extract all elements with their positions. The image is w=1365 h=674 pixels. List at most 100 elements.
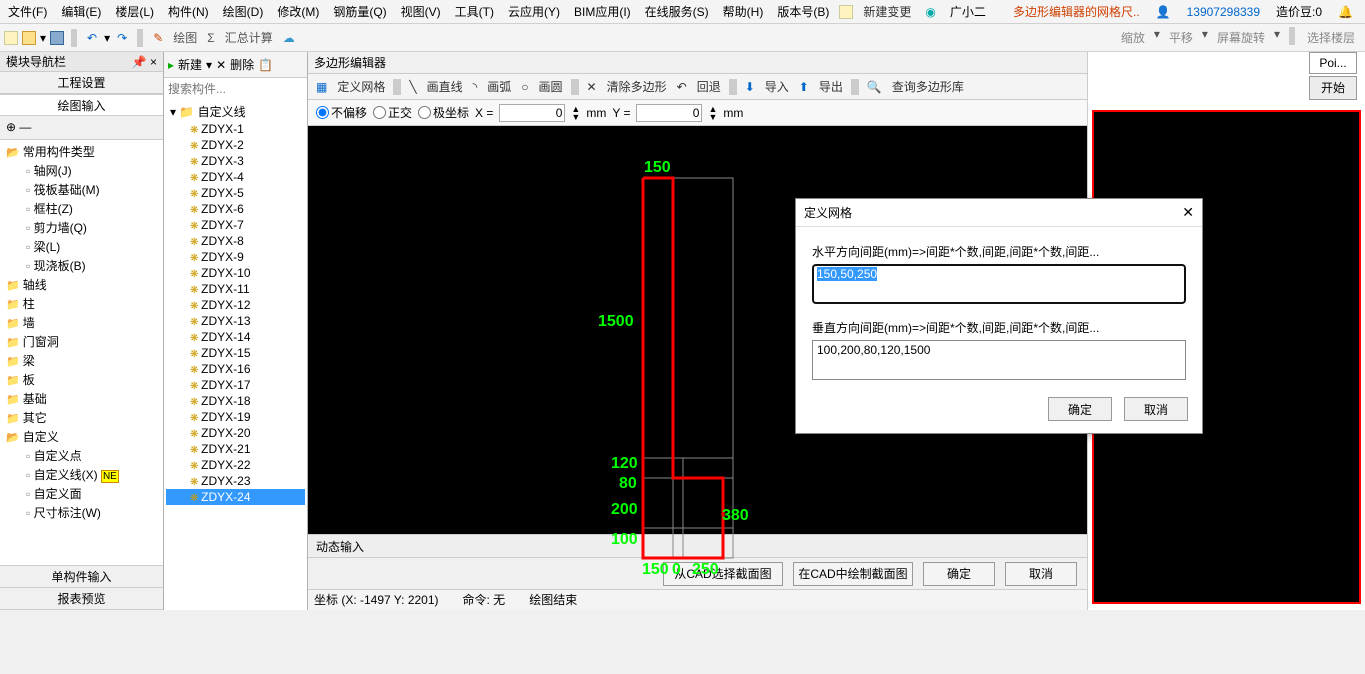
radio-no-offset[interactable]: 不偏移 (316, 104, 367, 121)
ed-draw-arc[interactable]: 画弧 (483, 76, 515, 97)
nav-collapse-icon[interactable]: — (19, 120, 31, 134)
component-tree[interactable]: ▾ 📁 自定义线 ZDYX-1ZDYX-2ZDYX-3ZDYX-4ZDYX-5Z… (164, 100, 307, 610)
nav-node[interactable]: 板 (2, 370, 161, 389)
tb-open-icon[interactable] (22, 31, 36, 45)
comp-item[interactable]: ZDYX-9 (166, 249, 305, 265)
menu-version[interactable]: 版本号(B) (773, 1, 833, 22)
menu-component[interactable]: 构件(N) (164, 1, 213, 22)
nav-node[interactable]: 自定义线(X) NE (2, 465, 161, 484)
dlg-v-input[interactable]: 100,200,80,120,1500 (812, 340, 1186, 380)
menu-online[interactable]: 在线服务(S) (641, 1, 713, 22)
menu-cloud[interactable]: 云应用(Y) (504, 1, 564, 22)
menu-modify[interactable]: 修改(M) (273, 1, 323, 22)
comp-item[interactable]: ZDYX-21 (166, 441, 305, 457)
comp-item[interactable]: ZDYX-11 (166, 281, 305, 297)
tb-save-icon[interactable] (50, 31, 64, 45)
bell-icon[interactable]: 🔔 (1334, 3, 1357, 21)
comp-item[interactable]: ZDYX-5 (166, 185, 305, 201)
redo-icon[interactable]: ↷ (114, 29, 130, 47)
comp-item[interactable]: ZDYX-15 (166, 345, 305, 361)
comp-item[interactable]: ZDYX-8 (166, 233, 305, 249)
comp-tree-header[interactable]: 自定义线 (198, 105, 246, 119)
ed-query[interactable]: 查询多边形库 (888, 76, 968, 97)
tab-report-preview[interactable]: 报表预览 (0, 588, 163, 610)
assistant-link[interactable]: 广小二 (946, 1, 990, 22)
menu-edit[interactable]: 编辑(E) (57, 1, 105, 22)
tb-zoom[interactable]: 缩放 (1118, 27, 1148, 48)
nav-node[interactable]: 轴网(J) (2, 161, 161, 180)
nav-node[interactable]: 剪力墙(Q) (2, 218, 161, 237)
ed-grid-icon[interactable]: ▦ (312, 78, 331, 96)
comp-item[interactable]: ZDYX-2 (166, 137, 305, 153)
nav-node[interactable]: 柱 (2, 294, 161, 313)
tab-single-component[interactable]: 单构件输入 (0, 566, 163, 588)
nav-node[interactable]: 自定义面 (2, 484, 161, 503)
tb-new-icon[interactable] (4, 31, 18, 45)
x-input[interactable] (499, 104, 565, 122)
comp-item[interactable]: ZDYX-17 (166, 377, 305, 393)
menu-bim[interactable]: BIM应用(I) (570, 1, 635, 22)
menu-file[interactable]: 文件(F) (4, 1, 51, 22)
comp-item[interactable]: ZDYX-20 (166, 425, 305, 441)
comp-item[interactable]: ZDYX-18 (166, 393, 305, 409)
comp-item[interactable]: ZDYX-19 (166, 409, 305, 425)
comp-item[interactable]: ZDYX-16 (166, 361, 305, 377)
dlg-h-input[interactable]: 150,50,250 (812, 264, 1186, 304)
ed-define-grid[interactable]: 定义网格 (333, 76, 389, 97)
nav-node[interactable]: 其它 (2, 408, 161, 427)
ed-undo[interactable]: 回退 (693, 76, 725, 97)
new-icon[interactable] (839, 5, 853, 19)
tb-cloud-icon[interactable]: ☁ (280, 29, 298, 47)
menu-floor[interactable]: 楼层(L) (111, 1, 158, 22)
ed-export[interactable]: 导出 (815, 76, 847, 97)
ed-clear[interactable]: 清除多边形 (603, 76, 671, 97)
nav-node[interactable]: 梁 (2, 351, 161, 370)
tb-pan[interactable]: 平移 (1166, 27, 1196, 48)
comp-del-icon[interactable]: ✕ (216, 58, 226, 72)
comp-item[interactable]: ZDYX-10 (166, 265, 305, 281)
dlg-ok-button[interactable]: 确定 (1048, 397, 1112, 421)
menu-view[interactable]: 视图(V) (397, 1, 445, 22)
comp-item[interactable]: ZDYX-4 (166, 169, 305, 185)
comp-search-input[interactable] (164, 78, 307, 100)
ed-import[interactable]: 导入 (761, 76, 793, 97)
nav-node[interactable]: 自定义 (2, 427, 161, 446)
comp-item[interactable]: ZDYX-12 (166, 297, 305, 313)
comp-item[interactable]: ZDYX-24 (166, 489, 305, 505)
nav-expand-icon[interactable]: ⊕ (6, 120, 16, 134)
menu-rebar[interactable]: 钢筋量(Q) (329, 1, 390, 22)
menu-tool[interactable]: 工具(T) (451, 1, 498, 22)
nav-node[interactable]: 筏板基础(M) (2, 180, 161, 199)
comp-new-button[interactable]: 新建 (178, 56, 202, 73)
tb-rotate[interactable]: 屏幕旋转 (1214, 27, 1268, 48)
comp-item[interactable]: ZDYX-14 (166, 329, 305, 345)
tb-select-floor[interactable]: 选择楼层 (1304, 27, 1358, 48)
dlg-close-icon[interactable]: ✕ (1182, 204, 1194, 221)
dlg-cancel-button[interactable]: 取消 (1124, 397, 1188, 421)
comp-item[interactable]: ZDYX-7 (166, 217, 305, 233)
menu-help[interactable]: 帮助(H) (719, 1, 768, 22)
nav-node[interactable]: 基础 (2, 389, 161, 408)
comp-item[interactable]: ZDYX-1 (166, 121, 305, 137)
comp-item[interactable]: ZDYX-13 (166, 313, 305, 329)
undo-icon[interactable]: ↶ (84, 29, 100, 47)
radio-polar[interactable]: 极坐标 (418, 104, 469, 121)
comp-item[interactable]: ZDYX-22 (166, 457, 305, 473)
tb-sum[interactable]: 汇总计算 (222, 27, 276, 48)
nav-node[interactable]: 轴线 (2, 275, 161, 294)
nav-node[interactable]: 框柱(Z) (2, 199, 161, 218)
nav-node[interactable]: 墙 (2, 313, 161, 332)
ed-draw-line[interactable]: 画直线 (423, 76, 467, 97)
tb-draw-icon[interactable]: ✎ (150, 29, 166, 47)
nav-node[interactable]: 常用构件类型 (2, 142, 161, 161)
nav-tree[interactable]: 常用构件类型轴网(J)筏板基础(M)框柱(Z)剪力墙(Q)梁(L)现浇板(B)轴… (0, 140, 163, 565)
nav-node[interactable]: 尺寸标注(W) (2, 503, 161, 522)
comp-del-button[interactable]: 删除 (230, 56, 254, 73)
comp-item[interactable]: ZDYX-6 (166, 201, 305, 217)
tb-draw[interactable]: 绘图 (170, 27, 200, 48)
tab-project-settings[interactable]: 工程设置 (0, 72, 163, 94)
menu-draw[interactable]: 绘图(D) (219, 1, 268, 22)
ed-draw-circle[interactable]: 画圆 (535, 76, 567, 97)
comp-new-icon[interactable]: ▸ (168, 58, 174, 72)
comp-item[interactable]: ZDYX-3 (166, 153, 305, 169)
